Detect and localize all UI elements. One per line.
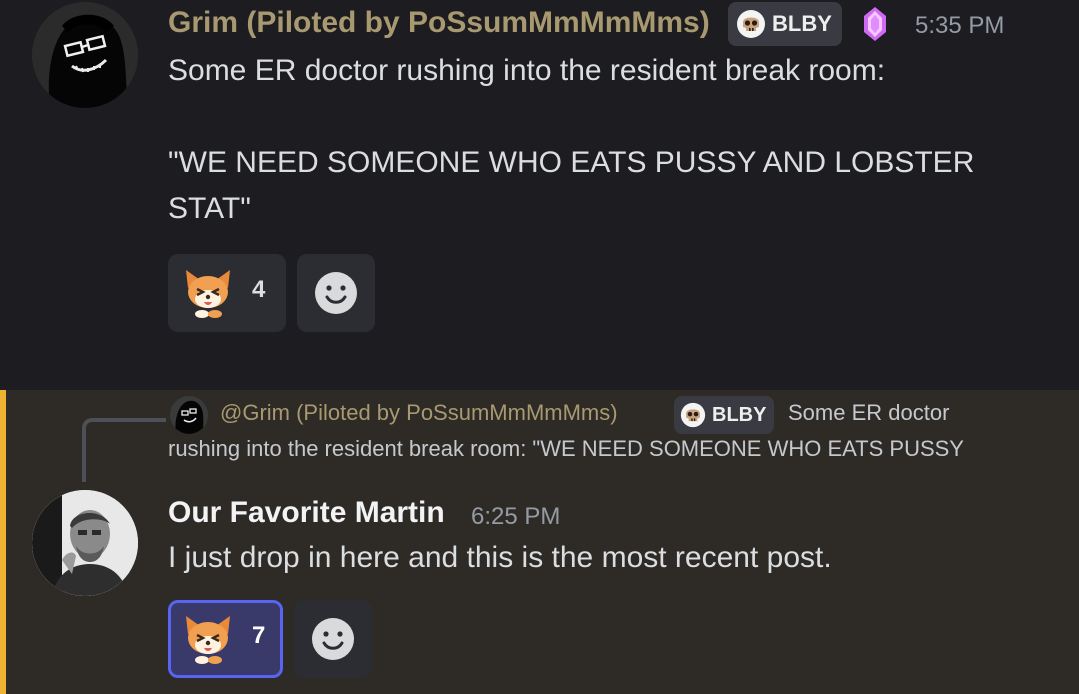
message-grim: Grim (Piloted by PoSsumMmMmMms) BLBY 5:3… [0,0,1079,390]
reaction-shiba[interactable]: 7 [168,600,283,678]
add-reaction-icon [314,271,358,315]
add-reaction-button[interactable] [294,600,372,678]
skull-icon [736,9,766,39]
reaction-count: 4 [252,276,266,303]
mention-highlight-bar [0,390,6,694]
reaction-shiba[interactable]: 4 [168,254,286,332]
avatar-grim[interactable] [32,2,138,108]
username-grim[interactable]: Grim (Piloted by PoSsumMmMmMms) [168,6,710,40]
timestamp[interactable]: 6:25 PM [471,503,560,531]
add-reaction-button[interactable] [297,254,375,332]
shiba-dog-emoji [182,266,234,318]
purple-gem-icon[interactable] [862,6,888,42]
add-reaction-icon [311,617,355,661]
reply-username[interactable]: @Grim (Piloted by PoSsumMmMmMms) [220,400,618,426]
reply-server-tag[interactable]: BLBY [674,396,775,434]
message-martin: @Grim (Piloted by PoSsumMmMmMms) BLBY So… [0,390,1079,694]
shiba-dog-emoji [182,612,234,664]
skull-icon [680,402,706,428]
message-text-line: "WE NEED SOMEONE WHO EATS PUSSY AND LOBS… [168,146,975,179]
message-text: I just drop in here and this is the most… [168,541,832,574]
reply-preview-text[interactable]: Some ER doctor [788,400,949,426]
reaction-count: 7 [252,622,266,649]
reply-server-tag-label: BLBY [712,403,767,426]
server-tag[interactable]: BLBY [728,2,842,46]
timestamp[interactable]: 5:35 PM [915,12,1004,40]
username-martin[interactable]: Our Favorite Martin [168,496,445,530]
avatar-martin[interactable] [32,490,138,596]
reply-avatar-grim[interactable] [170,396,208,434]
reply-connector-line [82,418,166,482]
server-tag-label: BLBY [772,11,832,36]
message-text-line: STAT" [168,192,251,225]
reply-preview-text[interactable]: rushing into the resident break room: "W… [168,436,964,462]
message-text-line: Some ER doctor rushing into the resident… [168,54,886,87]
